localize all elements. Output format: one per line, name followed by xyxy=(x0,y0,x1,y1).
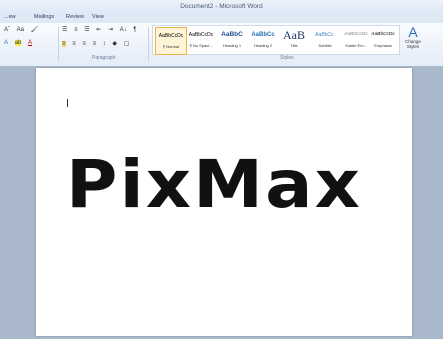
tab-view[interactable]: View xyxy=(92,14,104,20)
tab-view-partial[interactable]: ...ew xyxy=(4,14,16,20)
borders-icon[interactable]: ▢ xyxy=(124,40,130,47)
clear-format-icon[interactable]: 🖌 xyxy=(31,26,39,33)
document-area: PixMax xyxy=(0,66,443,339)
style-subtitle[interactable]: AaBbCc. Subtitle xyxy=(310,27,340,53)
line-spacing-icon[interactable]: ↕ xyxy=(103,41,106,47)
grow-font-icon[interactable]: Aˆ xyxy=(4,27,10,33)
ribbon-tabs: ...ew Mailings Review View xyxy=(0,13,443,23)
styles-gallery: AaBbCcDc ¶ Normal AaBbCcDc ¶ No Spaci...… xyxy=(152,25,400,55)
text-cursor xyxy=(67,99,68,107)
style-emphasis[interactable]: AaBbCcDc Emphasis xyxy=(368,27,398,53)
svg-text:PixMax: PixMax xyxy=(66,149,362,215)
paragraph-group-label: Paragraph xyxy=(92,55,116,61)
font-color-icon[interactable]: A xyxy=(28,40,32,46)
tab-mailings[interactable]: Mailings xyxy=(34,14,54,20)
bullets-icon[interactable]: ☰ xyxy=(62,26,67,33)
window-title: Document2 - Microsoft Word xyxy=(180,3,263,10)
align-right-icon[interactable]: ≡ xyxy=(82,41,86,47)
center-icon[interactable]: ≡ xyxy=(72,41,76,47)
change-case-icon[interactable]: Aa xyxy=(17,27,24,33)
paragraph-row2: ≡ ≡ ≡ ≡ ↕ ◆ ▢ xyxy=(62,40,134,47)
style-heading-2[interactable]: AaBbCc Heading 2 xyxy=(248,27,278,53)
style-title[interactable]: AaB Title xyxy=(279,27,309,53)
group-separator xyxy=(148,27,149,61)
style-no-spacing[interactable]: AaBbCcDc ¶ No Spaci... xyxy=(186,27,216,53)
increase-indent-icon[interactable]: ⇥ xyxy=(108,26,113,33)
decrease-indent-icon[interactable]: ⇤ xyxy=(96,26,101,33)
title-bar: Document2 - Microsoft Word xyxy=(0,0,443,13)
style-heading-1[interactable]: AaBbC Heading 1 xyxy=(217,27,247,53)
highlight-icon[interactable]: ab xyxy=(14,40,22,46)
pixmax-logo: PixMax xyxy=(65,146,363,223)
justify-icon[interactable]: ≡ xyxy=(93,41,97,47)
font-group-row1: Aˆ Aa 🖌 xyxy=(4,26,43,33)
change-styles-icon: A xyxy=(408,24,418,40)
document-page[interactable]: PixMax xyxy=(36,68,412,336)
change-styles-label: Change Styles xyxy=(405,39,421,49)
sort-icon[interactable]: A↓ xyxy=(120,27,127,33)
shading-icon[interactable]: ◆ xyxy=(112,40,117,47)
change-styles-button[interactable]: A Change Styles xyxy=(402,25,424,55)
tab-review[interactable]: Review xyxy=(66,14,84,20)
text-effects-icon[interactable]: A xyxy=(4,40,8,46)
font-group-row2: A ab A xyxy=(4,40,37,46)
style-subtle-emphasis[interactable]: AaBbCcDc Subtle Em... xyxy=(341,27,371,53)
align-left-icon[interactable]: ≡ xyxy=(62,41,66,47)
multilevel-list-icon[interactable]: ☰ xyxy=(84,26,89,33)
show-marks-icon[interactable]: ¶ xyxy=(133,27,136,33)
paragraph-row1: ☰ ≡ ☰ ⇤ ⇥ A↓ ¶ xyxy=(62,26,142,33)
pixmax-logo-image: PixMax xyxy=(66,146,362,223)
numbering-icon[interactable]: ≡ xyxy=(74,27,78,33)
ribbon: Aˆ Aa 🖌 A ab A ☰ ≡ ☰ ⇤ ⇥ A↓ ¶ ≡ ≡ ≡ ≡ ↕ … xyxy=(0,23,443,67)
styles-group-label: Styles xyxy=(280,55,294,61)
group-separator xyxy=(58,27,59,61)
style-normal[interactable]: AaBbCcDc ¶ Normal xyxy=(155,27,187,55)
